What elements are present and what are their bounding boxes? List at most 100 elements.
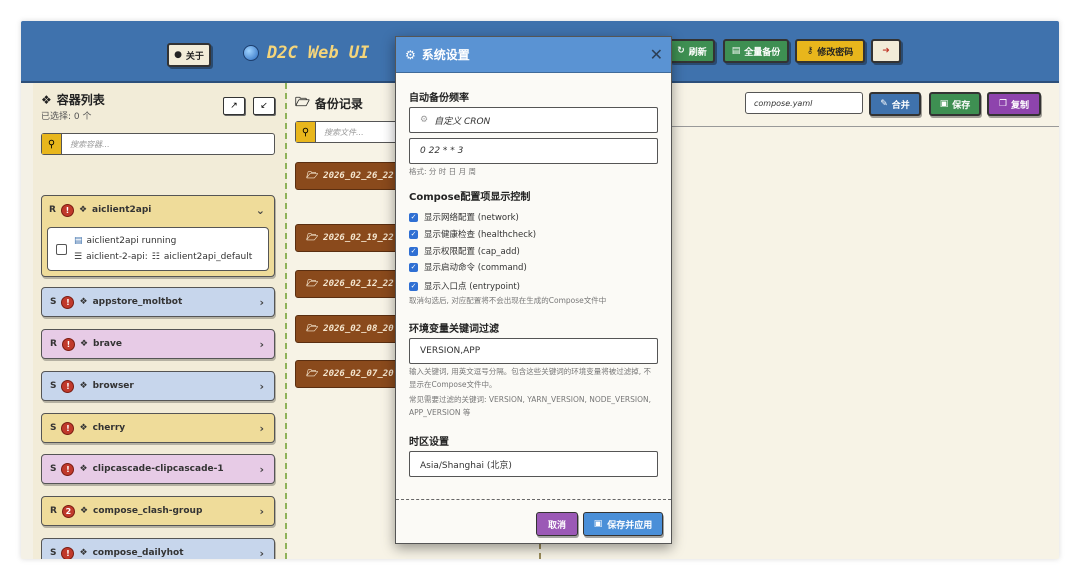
- backup-search-input[interactable]: 搜索文件...: [316, 127, 364, 138]
- container-name: appstore_moltbot: [92, 297, 183, 307]
- expand-all-button[interactable]: ↗: [223, 97, 245, 115]
- copy-button[interactable]: ❐ 复制: [987, 92, 1041, 116]
- folder-icon: 🗁: [306, 171, 318, 181]
- gear-icon: ⚙: [420, 115, 429, 125]
- compose-option-label: 显示健康检查 (healthcheck): [424, 230, 537, 240]
- search-icon: ⚲: [42, 134, 62, 154]
- container-name: brave: [93, 339, 122, 349]
- save-button[interactable]: ▣ 保存: [929, 92, 981, 116]
- env-filter-input[interactable]: VERSION,APP: [409, 338, 658, 364]
- compose-option-label: 显示启动命令 (command): [424, 263, 527, 273]
- close-icon[interactable]: ✕: [650, 45, 663, 64]
- check-icon[interactable]: ✓: [409, 246, 418, 256]
- compose-option-checkbox[interactable]: ✓ 显示入口点 (entrypoint): [409, 280, 520, 292]
- container-detail-card[interactable]: ▤ aiclient2api running ☰ aiclient-2-api: ☷ ai…: [47, 227, 269, 271]
- save-icon: ▣: [593, 519, 603, 529]
- logout-button[interactable]: ➜: [871, 39, 901, 63]
- cron-input[interactable]: 0 22 * * 3: [409, 138, 658, 164]
- chevron-right-icon: ›: [259, 546, 264, 560]
- cron-mode-select[interactable]: ⚙ 自定义 CRON: [409, 107, 658, 133]
- change-password-button[interactable]: ⚷ 修改密码: [795, 39, 865, 63]
- chevron-right-icon: ›: [259, 504, 264, 518]
- chevron-right-icon: ›: [259, 337, 264, 351]
- compose-option-checkbox[interactable]: ✓ 显示启动命令 (command): [409, 261, 527, 273]
- compose-hint: 取消勾选后, 对应配置将不会出现在生成的Compose文件中: [409, 296, 607, 305]
- container-panel-title: ❖ 容器列表: [41, 92, 105, 108]
- app-title: D2C Web UI: [267, 43, 370, 63]
- alert-badge: !: [61, 379, 75, 393]
- layers-icon: ☰: [74, 252, 83, 262]
- container-name: cherry: [92, 423, 126, 433]
- check-icon[interactable]: ✓: [409, 281, 418, 291]
- filename-field[interactable]: compose.yaml: [745, 92, 863, 114]
- about-button[interactable]: ● 关于: [167, 43, 211, 67]
- compose-option-checkbox[interactable]: ✓ 显示健康检查 (healthcheck): [409, 228, 536, 240]
- compose-option-label: 显示网络配置 (network): [424, 213, 519, 223]
- env-common-hint: 常见需要过滤的关键词: VERSION, YARN_VERSION, NODE_…: [409, 395, 652, 417]
- container-item[interactable]: S! ❖ appstore_moltbot ›: [41, 287, 275, 317]
- container-search[interactable]: ⚲ 搜索容器...: [41, 133, 275, 155]
- alert-badge: !: [61, 462, 75, 476]
- save-apply-button[interactable]: ▣ 保存并应用: [583, 512, 663, 536]
- check-icon[interactable]: ✓: [409, 262, 418, 272]
- container-tag: R: [49, 205, 56, 215]
- server-icon: ▤: [74, 236, 83, 246]
- settings-modal: ⚙ 系统设置 ✕ 自动备份频率 ⚙ 自定义 CRON 0 22 * * 3 格式…: [395, 36, 672, 544]
- alert-badge: 2: [61, 504, 75, 518]
- backup-name: 2026_02_19_22: [323, 233, 394, 243]
- container-icon: ❖: [79, 297, 88, 307]
- container-item[interactable]: S! ❖ browser ›: [41, 371, 275, 401]
- backup-name: 2026_02_12_22: [323, 279, 394, 289]
- timezone-select[interactable]: Asia/Shanghai (北京): [409, 451, 658, 477]
- chevron-right-icon: ›: [259, 462, 264, 476]
- compose-option-checkbox[interactable]: ✓ 显示网络配置 (network): [409, 211, 519, 223]
- logout-icon: ➜: [882, 46, 890, 56]
- cubes-icon: ❖: [41, 92, 52, 107]
- save-icon: ▣: [939, 99, 949, 109]
- env-filter-label: 环境变量关键词过滤: [409, 324, 499, 335]
- compose-control-label: Compose配置项显示控制: [409, 192, 531, 203]
- container-tag: R: [50, 339, 57, 349]
- collapse-icon: ↙: [260, 101, 268, 111]
- select-checkbox[interactable]: [56, 244, 67, 255]
- container-tag: S: [50, 297, 57, 307]
- filename-text[interactable]: compose.yaml: [746, 99, 812, 108]
- compose-option-checkbox[interactable]: ✓ 显示权限配置 (cap_add): [409, 245, 520, 257]
- compose-option-label: 显示权限配置 (cap_add): [424, 247, 520, 257]
- backup-name: 2026_02_08_20: [323, 324, 394, 334]
- container-icon: ❖: [78, 205, 88, 215]
- alert-badge: !: [61, 295, 75, 309]
- container-tag: S: [50, 464, 57, 474]
- cancel-button[interactable]: 取消: [536, 512, 578, 536]
- full-backup-button[interactable]: ▤ 全量备份: [723, 39, 789, 63]
- container-item[interactable]: R! ❖ aiclient2api ⌄: [41, 195, 275, 225]
- container-icon: ❖: [79, 464, 88, 474]
- refresh-button[interactable]: ↻ 刷新: [669, 39, 715, 63]
- chevron-right-icon: ›: [259, 421, 264, 435]
- chevron-down-icon: ⌄: [255, 203, 265, 217]
- container-icon: ❖: [79, 381, 88, 391]
- env-hint: 输入关键词, 用英文逗号分隔。包含这些关键词的环境变量将被过滤掉, 不显示在Co…: [409, 367, 652, 389]
- container-item[interactable]: S! ❖ cherry ›: [41, 413, 275, 443]
- alert-badge: !: [61, 546, 75, 559]
- chevron-right-icon: ›: [259, 379, 264, 393]
- alert-badge: !: [60, 203, 74, 217]
- container-item[interactable]: R! ❖ brave ›: [41, 329, 275, 359]
- merge-button[interactable]: ✎ 合并: [869, 92, 921, 116]
- container-item[interactable]: S! ❖ compose_dailyhot ›: [41, 538, 275, 559]
- collapse-all-button[interactable]: ↙: [253, 97, 275, 115]
- chevron-right-icon: ›: [259, 295, 264, 309]
- container-tag: S: [50, 381, 57, 391]
- alert-badge: !: [61, 421, 75, 435]
- container-search-input[interactable]: 搜索容器...: [62, 139, 110, 150]
- gear-icon: ⚙: [405, 47, 416, 62]
- check-icon[interactable]: ✓: [409, 229, 418, 239]
- check-icon[interactable]: ✓: [409, 212, 418, 222]
- info-icon: ●: [174, 50, 182, 60]
- container-panel: ❖ 容器列表 已选择: 0 个 ↗ ↙ ⚲ 搜索容器... R! ❖ aiclien…: [33, 83, 287, 559]
- folder-icon: 🗁: [306, 233, 318, 243]
- container-item[interactable]: R 2 ❖ compose_clash-group ›: [41, 496, 275, 526]
- container-name: aiclient2api: [92, 205, 152, 215]
- container-item[interactable]: S! ❖ clipcascade-clipcascade-1 ›: [41, 454, 275, 484]
- modal-header: ⚙ 系统设置: [396, 37, 671, 73]
